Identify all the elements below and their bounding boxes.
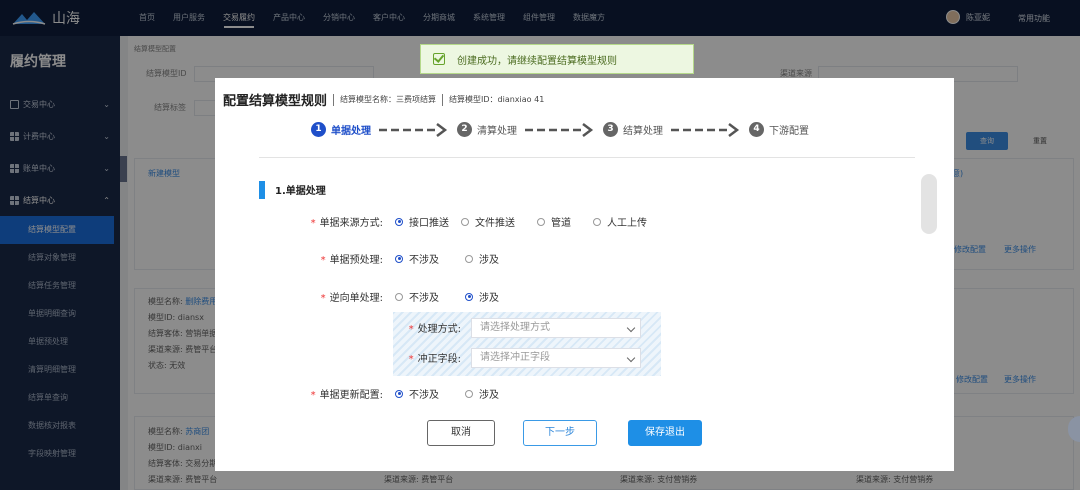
radio-manual-upload[interactable]: 人工上传: [593, 214, 647, 229]
model-id-meta: 结算模型ID：dianxiao 41: [449, 95, 545, 104]
dashed-arrow-icon: [525, 122, 595, 137]
save-exit-button[interactable]: 保存退出: [628, 420, 702, 446]
select-placeholder: 请选择处理方式: [480, 322, 550, 333]
radio-icon: [395, 292, 403, 301]
step-indicator: 1 单据处理 2 清算处理 3 结算处理 4 下游配置: [311, 122, 809, 137]
field-update-row: * 单据更新配置: 不涉及 涉及: [275, 386, 499, 401]
option-label: 管道: [551, 218, 571, 229]
radio-icon: [461, 217, 469, 226]
section-marker: [259, 181, 265, 199]
step-number: 1: [311, 122, 326, 137]
option-label: 不涉及: [409, 390, 439, 401]
step-4[interactable]: 4 下游配置: [749, 122, 809, 137]
offset-field-select[interactable]: 请选择冲正字段: [471, 348, 641, 368]
divider: [442, 93, 444, 106]
radio-icon: [395, 389, 403, 398]
step-label: 结算处理: [623, 126, 663, 137]
option-label: 人工上传: [607, 218, 647, 229]
step-number: 2: [457, 122, 472, 137]
required-mark: *: [310, 218, 316, 229]
scrollbar-thumb[interactable]: [921, 174, 937, 234]
option-label: 涉及: [479, 255, 499, 266]
field-preprocess-row: * 单据预处理: 不涉及 涉及: [275, 251, 499, 266]
chevron-down-icon: [626, 353, 636, 363]
divider: [333, 93, 335, 106]
field-label: 逆向单处理:: [329, 293, 383, 304]
divider: [259, 157, 915, 158]
field-label: 单据更新配置:: [319, 390, 383, 401]
radio-icon: [593, 217, 601, 226]
radio-reverse-none[interactable]: 不涉及: [395, 289, 439, 304]
required-mark: *: [320, 255, 326, 266]
radio-pipeline[interactable]: 管道: [537, 214, 571, 229]
option-label: 不涉及: [409, 293, 439, 304]
radio-update-none[interactable]: 不涉及: [395, 386, 439, 401]
step-label: 单据处理: [331, 126, 371, 137]
field-label: 处理方式:: [417, 324, 461, 335]
required-mark: *: [320, 293, 326, 304]
radio-icon: [465, 254, 473, 263]
option-label: 接口推送: [409, 218, 449, 229]
model-name-meta: 结算模型名称：三费项结算: [340, 95, 437, 104]
step-label: 清算处理: [477, 126, 517, 137]
dashed-arrow-icon: [671, 122, 741, 137]
step-3[interactable]: 3 结算处理: [603, 122, 663, 137]
radio-icon: [537, 217, 545, 226]
step-number: 4: [749, 122, 764, 137]
field-reverse-row: * 逆向单处理: 不涉及 涉及: [275, 289, 499, 304]
option-label: 涉及: [479, 293, 499, 304]
field-label: 冲正字段:: [417, 354, 461, 365]
handling-select[interactable]: 请选择处理方式: [471, 318, 641, 338]
select-placeholder: 请选择冲正字段: [480, 352, 550, 363]
next-step-button[interactable]: 下一步: [523, 420, 597, 446]
step-label: 下游配置: [769, 126, 809, 137]
required-mark: *: [310, 390, 316, 401]
step-number: 3: [603, 122, 618, 137]
section-title: 1.单据处理: [275, 186, 326, 197]
checkbox-success-icon: [433, 53, 445, 65]
field-handling-row: * 处理方式:: [395, 320, 461, 335]
radio-icon: [465, 389, 473, 398]
field-label: 单据预处理:: [329, 255, 383, 266]
field-source-row: * 单据来源方式: 接口推送 文件推送 管道 人工上传: [275, 214, 647, 229]
radio-icon: [395, 217, 403, 226]
radio-reverse-yes[interactable]: 涉及: [465, 289, 499, 304]
radio-icon: [465, 292, 473, 301]
cancel-button[interactable]: 取消: [427, 420, 495, 446]
toast-message: 创建成功，请继续配置结算模型规则: [457, 55, 617, 67]
dashed-arrow-icon: [379, 122, 449, 137]
field-offset-row: * 冲正字段:: [395, 350, 461, 365]
radio-preprocess-none[interactable]: 不涉及: [395, 251, 439, 266]
radio-update-yes[interactable]: 涉及: [465, 386, 499, 401]
radio-interface-push[interactable]: 接口推送: [395, 214, 449, 229]
radio-preprocess-yes[interactable]: 涉及: [465, 251, 499, 266]
option-label: 涉及: [479, 390, 499, 401]
option-label: 不涉及: [409, 255, 439, 266]
config-rule-modal: 配置结算模型规则 结算模型名称：三费项结算 结算模型ID：dianxiao 41…: [215, 78, 954, 471]
required-mark: *: [408, 354, 414, 365]
field-label: 单据来源方式:: [319, 218, 383, 229]
chevron-down-icon: [626, 323, 636, 333]
step-2[interactable]: 2 清算处理: [457, 122, 517, 137]
success-toast: 创建成功，请继续配置结算模型规则: [420, 44, 694, 74]
radio-icon: [395, 254, 403, 263]
option-label: 文件推送: [475, 218, 515, 229]
step-1[interactable]: 1 单据处理: [311, 122, 371, 137]
required-mark: *: [408, 324, 414, 335]
modal-title: 配置结算模型规则: [223, 94, 328, 109]
radio-file-push[interactable]: 文件推送: [461, 214, 515, 229]
